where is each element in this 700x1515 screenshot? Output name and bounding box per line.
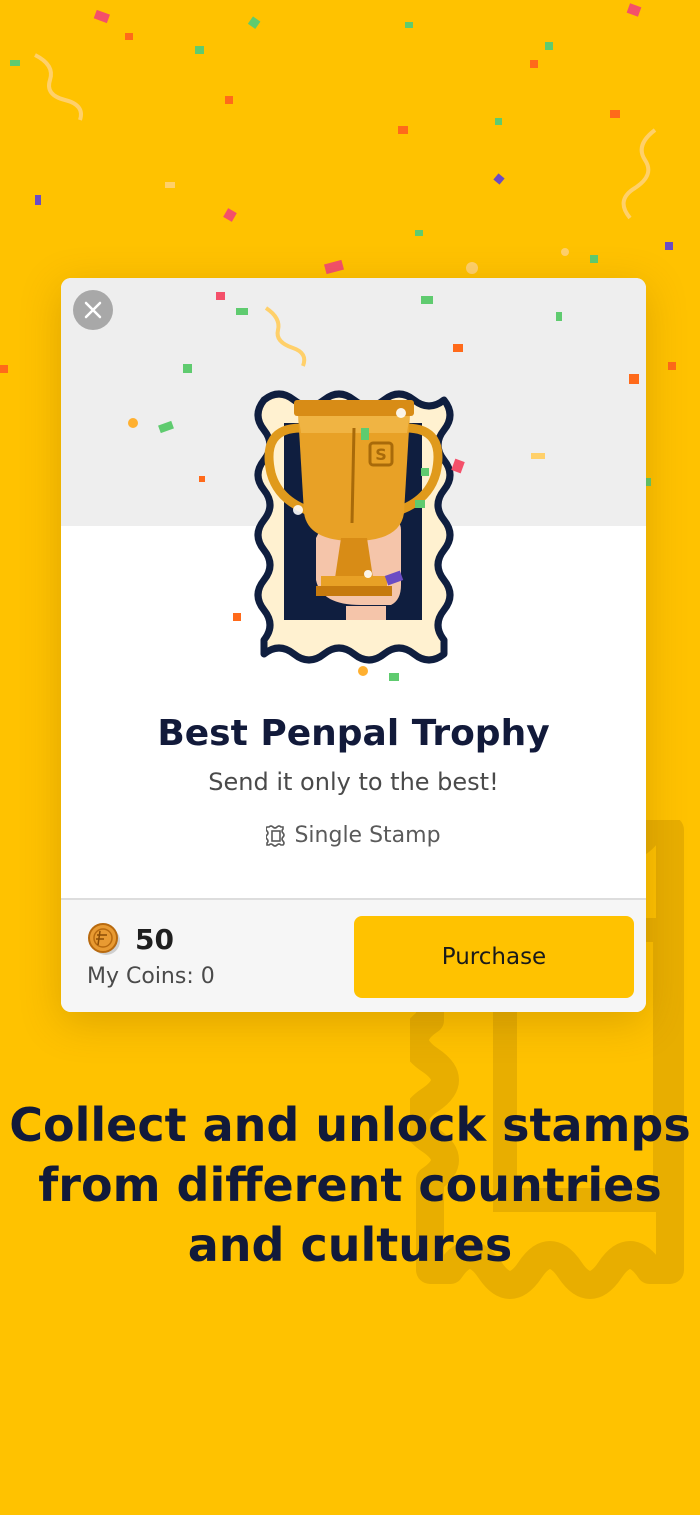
stamp-subtitle: Send it only to the best! bbox=[208, 768, 499, 796]
purchase-footer: 50 My Coins: 0 Purchase bbox=[61, 898, 646, 1012]
promo-line-2: from different countries bbox=[38, 1158, 662, 1212]
my-coins-balance: My Coins: 0 bbox=[87, 964, 215, 989]
stamp-type-label: Single Stamp bbox=[294, 823, 441, 848]
promo-line-3: and cultures bbox=[187, 1218, 513, 1272]
stamp-type-row: Single Stamp bbox=[61, 823, 646, 848]
purchase-button[interactable]: Purchase bbox=[354, 916, 634, 998]
stamp-outline-icon bbox=[266, 824, 286, 847]
promo-headline: Collect and unlock stamps from different… bbox=[0, 1095, 700, 1275]
promo-line-1: Collect and unlock stamps bbox=[9, 1098, 691, 1152]
stamp-title: Best Penpal Trophy bbox=[157, 713, 550, 754]
close-icon bbox=[84, 301, 102, 319]
price-row: 50 bbox=[87, 922, 174, 956]
svg-text:S: S bbox=[375, 445, 387, 464]
trophy-stamp-image: S bbox=[254, 390, 454, 664]
coin-icon bbox=[88, 923, 120, 955]
stamp-purchase-modal: S Best Penpal Trophy Send it only to the… bbox=[61, 278, 646, 1012]
stamp-price: 50 bbox=[135, 922, 174, 956]
close-button[interactable] bbox=[73, 290, 113, 330]
